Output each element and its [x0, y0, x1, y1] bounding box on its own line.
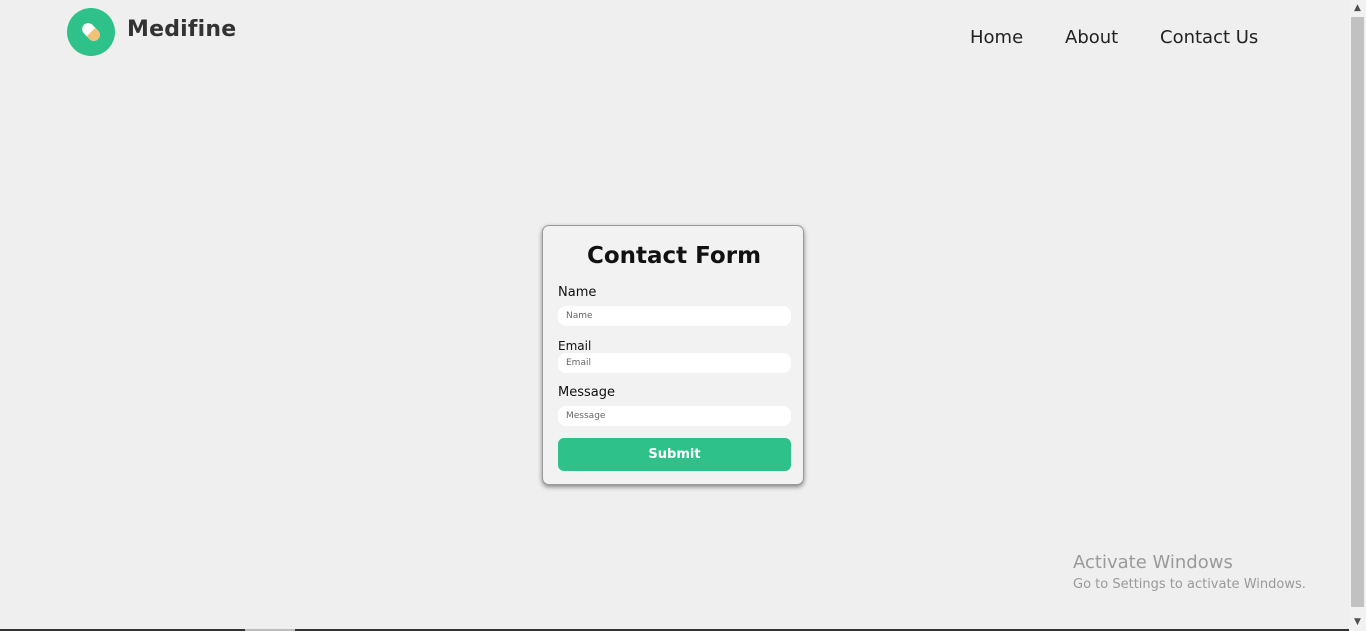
message-label: Message — [558, 385, 615, 400]
vertical-scrollbar[interactable]: ▲ ▼ — [1349, 0, 1366, 631]
pill-icon — [82, 23, 100, 41]
logo[interactable] — [67, 8, 115, 56]
scroll-up-arrow-icon[interactable]: ▲ — [1349, 0, 1366, 17]
scroll-down-arrow-icon[interactable]: ▼ — [1349, 614, 1366, 631]
activate-windows-subtitle: Go to Settings to activate Windows. — [1073, 577, 1306, 592]
email-input[interactable] — [558, 353, 791, 373]
submit-button[interactable]: Submit — [558, 438, 791, 471]
page: Medifine Home About Contact Us Contact F… — [0, 0, 1366, 631]
nav-about[interactable]: About — [1065, 27, 1118, 48]
name-label: Name — [558, 285, 597, 300]
contact-form-card: Contact Form Name Email Message Submit — [542, 225, 804, 485]
nav-contact-us[interactable]: Contact Us — [1160, 27, 1258, 48]
brand-name[interactable]: Medifine — [127, 17, 236, 42]
message-input[interactable] — [558, 406, 791, 426]
name-input[interactable] — [558, 306, 791, 326]
nav-home[interactable]: Home — [970, 27, 1023, 48]
activate-windows-title: Activate Windows — [1073, 552, 1233, 573]
email-label: Email — [558, 339, 592, 353]
scrollbar-thumb[interactable] — [1351, 17, 1364, 607]
contact-form-title: Contact Form — [586, 243, 762, 269]
